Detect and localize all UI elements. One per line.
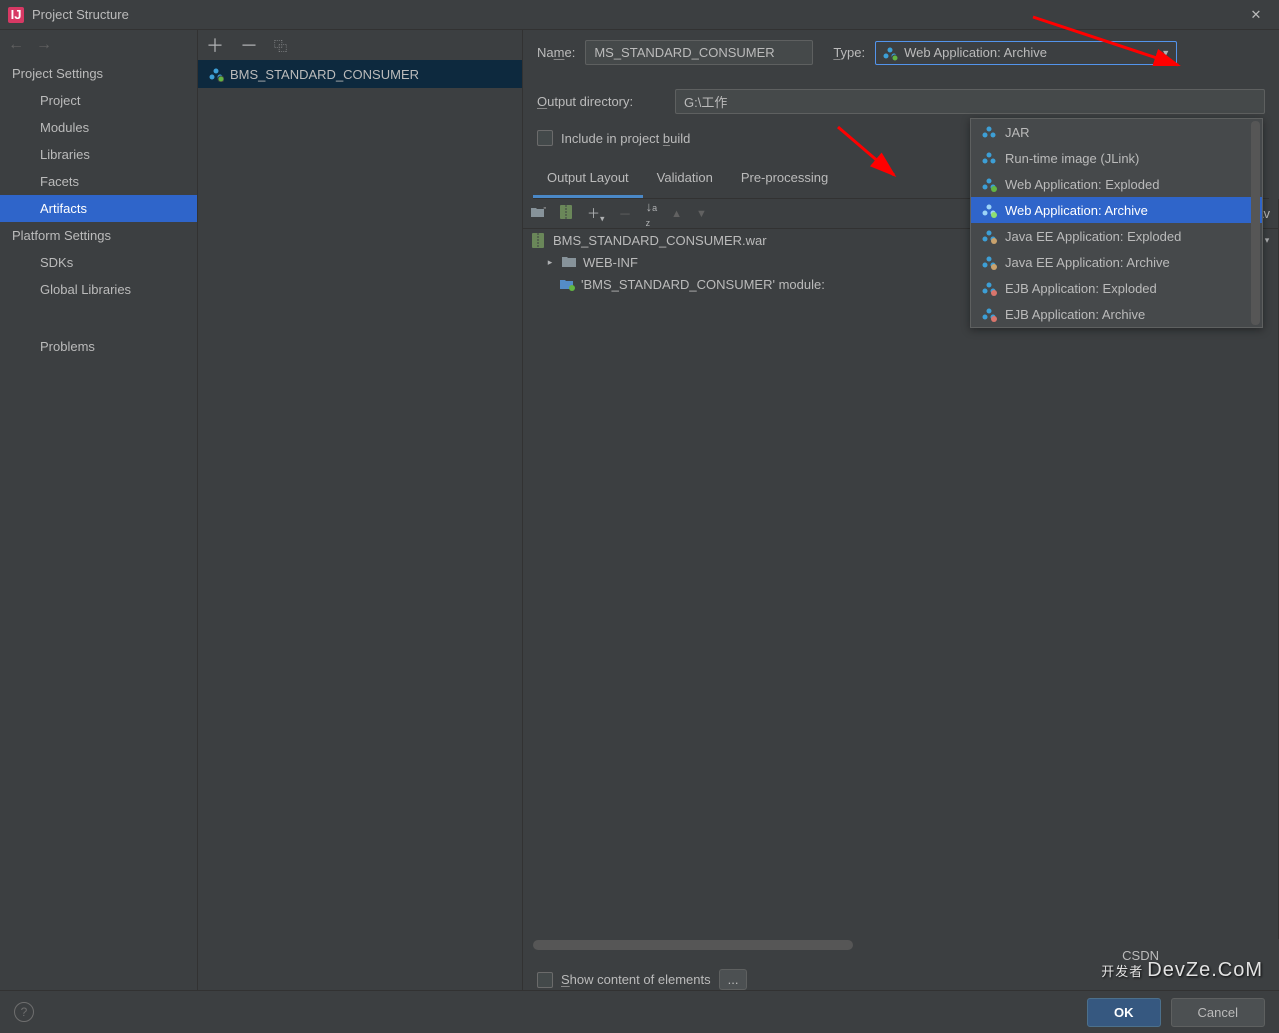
artifact-icon	[981, 228, 997, 244]
name-input[interactable]	[585, 40, 813, 65]
chevron-down-icon: ▼	[1161, 48, 1170, 58]
tab-preprocessing[interactable]: Pre-processing	[727, 162, 842, 198]
artifact-icon	[208, 66, 224, 82]
artifact-list-toolbar: ＋ － ⿻	[198, 30, 522, 60]
dropdown-item-jee-exploded[interactable]: Java EE Application: Exploded	[971, 223, 1262, 249]
module-icon	[559, 276, 575, 292]
add-icon[interactable]: ＋	[206, 32, 224, 58]
include-build-checkbox[interactable]	[537, 130, 553, 146]
sidebar-item-problems[interactable]: Problems	[0, 333, 197, 360]
name-label: Name:	[537, 45, 575, 60]
artifact-icon	[981, 150, 997, 166]
sidebar-item-modules[interactable]: Modules	[0, 114, 197, 141]
footer: ? OK Cancel	[0, 990, 1279, 1033]
archive-icon[interactable]	[560, 205, 573, 222]
type-label: Type:	[833, 45, 865, 60]
close-icon[interactable]: ✕	[1241, 7, 1271, 23]
sidebar-item-artifacts[interactable]: Artifacts	[0, 195, 197, 222]
remove-tree-icon[interactable]: －	[619, 204, 632, 223]
ellipsis-button[interactable]: ...	[719, 969, 748, 990]
svg-text:+: +	[543, 206, 546, 215]
artifact-icon	[981, 202, 997, 218]
show-content-checkbox[interactable]	[537, 972, 553, 988]
dropdown-scrollbar[interactable]	[1251, 121, 1260, 325]
help-icon[interactable]: ?	[14, 1002, 34, 1022]
ok-button[interactable]: OK	[1087, 998, 1161, 1027]
tree-root-label: BMS_STANDARD_CONSUMER.war	[553, 233, 767, 248]
artifact-icon	[981, 280, 997, 296]
folder-icon	[561, 254, 577, 270]
app-icon: IJ	[8, 7, 24, 23]
artifact-icon	[981, 306, 997, 322]
dropdown-item-web-exploded[interactable]: Web Application: Exploded	[971, 171, 1262, 197]
watermark: 开发者DevZe.CoM	[1101, 952, 1263, 983]
tree-module-label: 'BMS_STANDARD_CONSUMER' module:	[581, 277, 825, 292]
dropdown-item-ejb-exploded[interactable]: EJB Application: Exploded	[971, 275, 1262, 301]
tree-folder-label: WEB-INF	[583, 255, 638, 270]
tab-output-layout[interactable]: Output Layout	[533, 162, 643, 198]
dropdown-item-runtime[interactable]: Run-time image (JLink)	[971, 145, 1262, 171]
show-content-label: Show content of elements	[561, 972, 711, 987]
include-build-label: Include in project build	[561, 131, 690, 146]
war-icon	[531, 232, 547, 248]
tab-validation[interactable]: Validation	[643, 162, 727, 198]
sidebar-item-libraries[interactable]: Libraries	[0, 141, 197, 168]
remove-icon[interactable]: －	[240, 32, 258, 58]
nav-forward-icon[interactable]: →	[36, 36, 52, 54]
artifact-list-item-label: BMS_STANDARD_CONSUMER	[230, 67, 419, 82]
window-title: Project Structure	[32, 7, 1241, 22]
chevron-right-icon[interactable]: ▸	[545, 257, 555, 268]
sort-icon[interactable]: ↓az	[646, 199, 658, 229]
type-dropdown: JAR Run-time image (JLink) Web Applicati…	[970, 118, 1263, 328]
chevron-down-icon[interactable]: ▾	[1262, 235, 1272, 246]
sidebar-item-sdks[interactable]: SDKs	[0, 249, 197, 276]
main: ← → Project Settings Project Modules Lib…	[0, 30, 1279, 990]
nav-back-icon[interactable]: ←	[8, 36, 24, 54]
down-icon[interactable]: ▼	[696, 208, 707, 220]
sidebar: ← → Project Settings Project Modules Lib…	[0, 30, 198, 990]
artifact-list-item[interactable]: BMS_STANDARD_CONSUMER	[198, 60, 522, 88]
up-icon[interactable]: ▲	[671, 208, 682, 220]
output-dir-input[interactable]	[675, 89, 1265, 114]
artifact-list-panel: ＋ － ⿻ BMS_STANDARD_CONSUMER	[198, 30, 523, 990]
sidebar-item-facets[interactable]: Facets	[0, 168, 197, 195]
type-select[interactable]: Web Application: Archive ▼	[875, 41, 1177, 65]
dropdown-item-ejb-archive[interactable]: EJB Application: Archive	[971, 301, 1262, 327]
dropdown-item-jee-archive[interactable]: Java EE Application: Archive	[971, 249, 1262, 275]
artifact-icon	[981, 254, 997, 270]
sidebar-header-project-settings: Project Settings	[0, 60, 197, 87]
content-panel: Name: Type: Web Application: Archive ▼ O…	[523, 30, 1279, 990]
new-folder-icon[interactable]: +	[531, 206, 546, 222]
artifact-icon	[981, 176, 997, 192]
sidebar-item-project[interactable]: Project	[0, 87, 197, 114]
dropdown-item-jar[interactable]: JAR	[971, 119, 1262, 145]
svg-text:IJ: IJ	[11, 7, 22, 22]
output-dir-label: Output directory:	[537, 94, 665, 109]
copy-icon[interactable]: ⿻	[274, 36, 287, 55]
artifact-icon	[981, 124, 997, 140]
type-select-value: Web Application: Archive	[904, 45, 1047, 60]
dropdown-item-web-archive[interactable]: Web Application: Archive	[971, 197, 1262, 223]
titlebar: IJ Project Structure ✕	[0, 0, 1279, 30]
sidebar-header-platform-settings: Platform Settings	[0, 222, 197, 249]
cancel-button[interactable]: Cancel	[1171, 998, 1265, 1027]
sidebar-item-global-libraries[interactable]: Global Libraries	[0, 276, 197, 303]
web-archive-icon	[882, 45, 898, 61]
add-copy-icon[interactable]: ＋▾	[587, 203, 605, 225]
